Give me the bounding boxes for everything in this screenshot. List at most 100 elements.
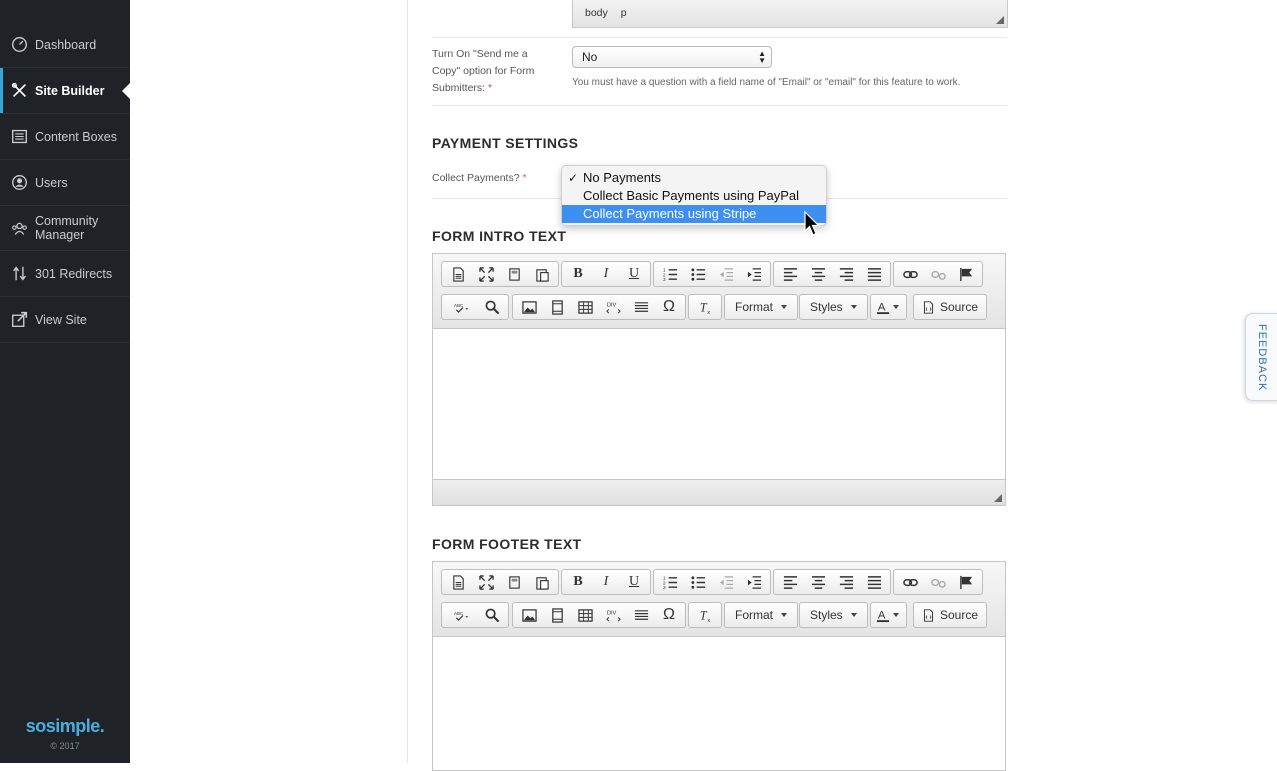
source-button[interactable]: Source (913, 602, 988, 628)
link-icon[interactable] (896, 263, 924, 285)
bold-button[interactable]: B (564, 571, 592, 593)
sidebar-item-label: Users (35, 175, 68, 190)
svg-text:x: x (707, 310, 710, 315)
source-button[interactable]: Source (913, 294, 988, 320)
sidebar-item-community-manager[interactable]: Community Manager (0, 206, 130, 251)
italic-button[interactable]: I (592, 571, 620, 593)
styles-dropdown[interactable]: Styles (799, 602, 868, 628)
mouse-cursor-icon (804, 211, 820, 236)
editor-content-area[interactable] (433, 637, 1005, 767)
video-icon[interactable] (543, 604, 571, 626)
new-page-icon[interactable] (444, 263, 472, 285)
sidebar-item-site-builder[interactable]: Site Builder (0, 68, 130, 114)
editor-content-area[interactable] (433, 329, 1005, 479)
video-icon[interactable] (543, 296, 571, 318)
outdent-icon[interactable] (712, 263, 740, 285)
styles-dropdown[interactable]: Styles (799, 294, 868, 320)
checkmark-icon: ✓ (568, 171, 579, 185)
dropdown-option-paypal[interactable]: Collect Basic Payments using PayPal (562, 187, 826, 205)
resize-grip-icon[interactable] (996, 16, 1004, 24)
align-right-icon[interactable] (832, 263, 860, 285)
user-icon (10, 174, 28, 192)
align-right-icon[interactable] (832, 571, 860, 593)
send-copy-select[interactable]: No ▲ ▼ (572, 46, 772, 68)
text-color-icon: A (873, 296, 893, 318)
align-center-icon[interactable] (804, 263, 832, 285)
justify-icon[interactable] (860, 571, 888, 593)
path-item-body[interactable]: body (585, 7, 608, 19)
indent-icon[interactable] (740, 571, 768, 593)
dropdown-option-stripe[interactable]: Collect Payments using Stripe (562, 205, 826, 223)
maximize-icon[interactable] (472, 571, 500, 593)
indent-icon[interactable] (740, 263, 768, 285)
italic-button[interactable]: I (592, 263, 620, 285)
sidebar-item-label: Content Boxes (35, 129, 117, 144)
unlink-icon[interactable] (924, 571, 952, 593)
div-container-icon[interactable]: DIV (599, 296, 627, 318)
copyright: © 2017 (50, 741, 80, 751)
remove-format-icon[interactable]: Tx (691, 604, 719, 626)
sidebar-item-dashboard[interactable]: Dashboard (0, 22, 130, 68)
div-container-icon[interactable]: DIV (599, 604, 627, 626)
image-icon[interactable] (515, 296, 543, 318)
required-mark: * (522, 172, 527, 184)
sidebar-item-content-boxes[interactable]: Content Boxes (0, 114, 130, 160)
show-blocks-icon[interactable] (500, 263, 528, 285)
show-blocks-icon[interactable] (500, 571, 528, 593)
bulleted-list-icon[interactable] (684, 571, 712, 593)
outdent-icon[interactable] (712, 571, 740, 593)
sosimple-logo[interactable]: sosimple. (0, 716, 130, 737)
find-icon[interactable] (478, 296, 506, 318)
special-char-button[interactable]: Ω (655, 604, 683, 626)
unlink-icon[interactable] (924, 263, 952, 285)
source-icon (923, 608, 934, 622)
path-item-p[interactable]: p (621, 7, 627, 19)
paste-icon[interactable] (528, 263, 556, 285)
spellcheck-icon[interactable]: ABC (444, 604, 478, 626)
spellcheck-icon[interactable]: ABC (444, 296, 478, 318)
remove-format-icon[interactable]: Tx (691, 296, 719, 318)
bold-button[interactable]: B (564, 263, 592, 285)
collect-payments-dropdown[interactable]: ✓ No Payments Collect Basic Payments usi… (561, 165, 827, 226)
required-mark: * (488, 82, 493, 94)
sidebar-item-users[interactable]: Users (0, 160, 130, 206)
bulleted-list-icon[interactable] (684, 263, 712, 285)
align-left-icon[interactable] (776, 571, 804, 593)
paste-icon[interactable] (528, 571, 556, 593)
format-dropdown[interactable]: Format (724, 294, 799, 320)
feedback-tab[interactable]: FEEDBACK (1245, 313, 1277, 401)
toolbar-group-basic: B I U (561, 569, 651, 595)
toolbar-group-align (773, 261, 891, 287)
underline-button[interactable]: U (620, 263, 648, 285)
toolbar-group-basic: B I U (561, 261, 651, 287)
table-icon[interactable] (571, 296, 599, 318)
justify-icon[interactable] (860, 263, 888, 285)
underline-button[interactable]: U (620, 571, 648, 593)
horizontal-rule-icon[interactable] (627, 296, 655, 318)
special-char-button[interactable]: Ω (655, 296, 683, 318)
new-page-icon[interactable] (444, 571, 472, 593)
format-dropdown[interactable]: Format (724, 602, 799, 628)
table-icon[interactable] (571, 604, 599, 626)
maximize-icon[interactable] (472, 263, 500, 285)
numbered-list-icon[interactable]: 123 (656, 571, 684, 593)
sidebar-item-label: Community Manager (35, 214, 99, 242)
find-icon[interactable] (478, 604, 506, 626)
align-left-icon[interactable] (776, 263, 804, 285)
sidebar-item-301-redirects[interactable]: 301 Redirects (0, 251, 130, 297)
toolbar-group-links (893, 569, 983, 595)
anchor-flag-icon[interactable] (952, 263, 980, 285)
toolbar-group-links (893, 261, 983, 287)
sidebar-item-view-site[interactable]: View Site (0, 297, 130, 343)
align-center-icon[interactable] (804, 571, 832, 593)
source-icon (923, 300, 934, 314)
link-icon[interactable] (896, 571, 924, 593)
numbered-list-icon[interactable]: 123 (656, 263, 684, 285)
text-color-button[interactable]: A (870, 602, 907, 628)
text-color-button[interactable]: A (870, 294, 907, 320)
resize-grip-icon[interactable] (994, 494, 1002, 502)
horizontal-rule-icon[interactable] (627, 604, 655, 626)
image-icon[interactable] (515, 604, 543, 626)
dropdown-option-no-payments[interactable]: ✓ No Payments (562, 169, 826, 187)
anchor-flag-icon[interactable] (952, 571, 980, 593)
